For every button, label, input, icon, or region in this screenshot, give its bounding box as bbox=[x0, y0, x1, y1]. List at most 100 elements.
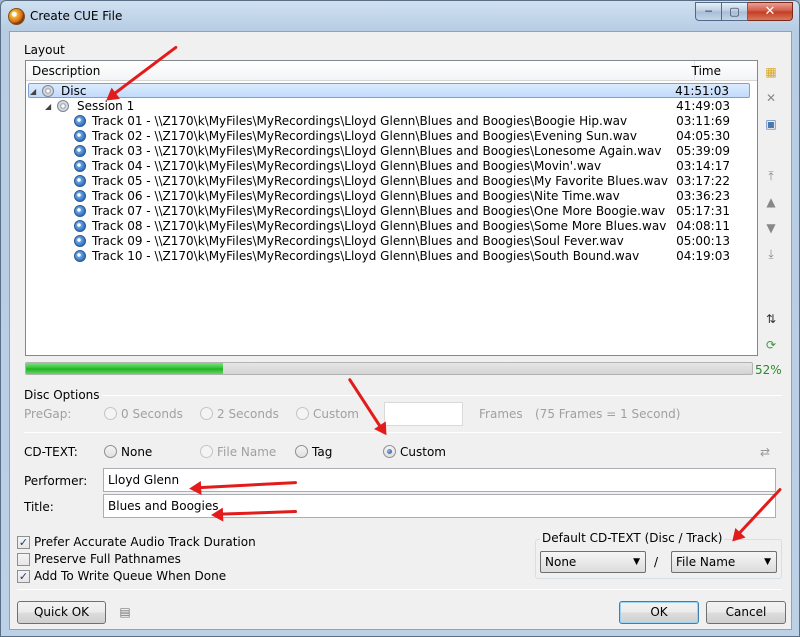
progress-fill bbox=[26, 363, 224, 374]
tree-row-time: 03:14:17 bbox=[676, 159, 730, 173]
app-disc-icon bbox=[8, 8, 25, 25]
tree-row-label: Track 10 - \\Z170\k\MyFiles\MyRecordings… bbox=[92, 249, 640, 263]
tree-row-label: Disc bbox=[61, 84, 87, 98]
move-top-icon[interactable]: ⤒ bbox=[762, 167, 780, 185]
tree-row-track[interactable]: Track 04 - \\Z170\k\MyFiles\MyRecordings… bbox=[26, 159, 757, 174]
slash-separator: / bbox=[654, 555, 659, 569]
close-button[interactable]: ✕ bbox=[748, 2, 793, 21]
pregap-0-seconds-radio[interactable] bbox=[104, 407, 117, 420]
audio-track-icon bbox=[74, 160, 86, 172]
cdtext-label: CD-TEXT: bbox=[24, 445, 78, 459]
move-down-icon[interactable]: ▼ bbox=[762, 219, 780, 237]
tree-row-track[interactable]: Track 10 - \\Z170\k\MyFiles\MyRecordings… bbox=[26, 249, 757, 264]
cdtext-filename-radio[interactable] bbox=[200, 445, 213, 458]
swap-icon[interactable]: ⇄ bbox=[756, 443, 774, 461]
default-disc-cdtext-select[interactable]: None ▼ bbox=[540, 551, 646, 573]
caption-buttons: ─ ▢ ✕ bbox=[695, 2, 793, 22]
audio-track-icon bbox=[74, 145, 86, 157]
cdtext-custom-radio[interactable] bbox=[383, 445, 396, 458]
chevron-down-icon: ▼ bbox=[633, 557, 640, 567]
move-bottom-icon[interactable]: ⤓ bbox=[762, 245, 780, 263]
title-label: Title: bbox=[24, 500, 54, 514]
default-cdtext-label: Default CD-TEXT (Disc / Track) bbox=[540, 531, 725, 545]
preserve-full-pathnames-checkbox[interactable] bbox=[17, 553, 30, 566]
tree-row-track[interactable]: Track 07 - \\Z170\k\MyFiles\MyRecordings… bbox=[26, 204, 757, 219]
audio-track-icon bbox=[74, 220, 86, 232]
dialog-client-area: Layout Description Time ◢ Disc 41:51:03 … bbox=[9, 31, 792, 630]
tree-row-label: Track 01 - \\Z170\k\MyFiles\MyRecordings… bbox=[92, 114, 628, 128]
properties-icon[interactable]: ▣ bbox=[762, 115, 780, 133]
add-to-write-queue-label: Add To Write Queue When Done bbox=[34, 569, 227, 583]
cdtext-none-label: None bbox=[121, 445, 153, 459]
column-header-time[interactable]: Time bbox=[692, 64, 721, 78]
move-up-icon[interactable]: ▲ bbox=[762, 193, 780, 211]
pregap-label: PreGap: bbox=[24, 407, 72, 421]
cdtext-tag-label: Tag bbox=[312, 445, 333, 459]
frames-hint: (75 Frames = 1 Second) bbox=[535, 407, 681, 421]
chevron-down-icon: ▼ bbox=[764, 557, 771, 567]
cdtext-none-radio[interactable] bbox=[104, 445, 117, 458]
add-to-write-queue-checkbox[interactable]: ✓ bbox=[17, 570, 30, 583]
tree-row-label: Track 09 - \\Z170\k\MyFiles\MyRecordings… bbox=[92, 234, 624, 248]
tree-row-time: 03:36:23 bbox=[676, 189, 730, 203]
cancel-button[interactable]: Cancel bbox=[706, 601, 786, 624]
tree-row-label: Track 07 - \\Z170\k\MyFiles\MyRecordings… bbox=[92, 204, 666, 218]
audio-track-icon bbox=[74, 190, 86, 202]
refresh-icon[interactable]: ⟳ bbox=[762, 336, 780, 354]
tree-row-time: 41:51:03 bbox=[675, 84, 729, 98]
log-icon[interactable]: ▤ bbox=[116, 603, 134, 621]
tree-row-track[interactable]: Track 01 - \\Z170\k\MyFiles\MyRecordings… bbox=[26, 114, 757, 129]
expander-icon[interactable]: ◢ bbox=[30, 84, 36, 99]
create-cue-window: Create CUE File ─ ▢ ✕ Layout Description… bbox=[0, 0, 800, 637]
progress-bar bbox=[25, 362, 753, 375]
title-input[interactable]: Blues and Boogies bbox=[103, 494, 776, 518]
audio-track-icon bbox=[74, 175, 86, 187]
delete-icon[interactable]: ✕ bbox=[762, 89, 780, 107]
tree-row-track[interactable]: Track 02 - \\Z170\k\MyFiles\MyRecordings… bbox=[26, 129, 757, 144]
separator bbox=[24, 432, 782, 433]
tree-row-track[interactable]: Track 08 - \\Z170\k\MyFiles\MyRecordings… bbox=[26, 219, 757, 234]
tree-row-time: 03:11:69 bbox=[676, 114, 730, 128]
tree-row-track[interactable]: Track 03 - \\Z170\k\MyFiles\MyRecordings… bbox=[26, 144, 757, 159]
tree-row-time: 05:17:31 bbox=[676, 204, 730, 218]
session-icon bbox=[57, 100, 69, 112]
bottom-separator bbox=[17, 589, 782, 590]
progress-percent: 52% bbox=[755, 363, 782, 377]
title-bar[interactable]: Create CUE File ─ ▢ ✕ bbox=[1, 1, 799, 31]
tree-row-label: Track 05 - \\Z170\k\MyFiles\MyRecordings… bbox=[92, 174, 668, 188]
column-header-description[interactable]: Description bbox=[32, 64, 100, 78]
audio-track-icon bbox=[74, 205, 86, 217]
minimize-button[interactable]: ─ bbox=[695, 2, 722, 21]
tree-row-track[interactable]: Track 05 - \\Z170\k\MyFiles\MyRecordings… bbox=[26, 174, 757, 189]
window-title: Create CUE File bbox=[30, 9, 123, 23]
expander-icon[interactable]: ◢ bbox=[45, 99, 51, 114]
tree-row-time: 04:08:11 bbox=[676, 219, 730, 233]
tree-row-disc[interactable]: ◢ Disc 41:51:03 bbox=[28, 83, 750, 98]
tree-row-track[interactable]: Track 09 - \\Z170\k\MyFiles\MyRecordings… bbox=[26, 234, 757, 249]
audio-track-icon bbox=[74, 250, 86, 262]
sort-icon[interactable]: ⇅ bbox=[762, 310, 780, 328]
folder-add-icon[interactable]: ▦ bbox=[762, 63, 780, 81]
tree-row-session[interactable]: ◢ Session 1 41:49:03 bbox=[26, 99, 757, 114]
default-track-cdtext-select[interactable]: File Name ▼ bbox=[671, 551, 777, 573]
tree-row-label: Track 02 - \\Z170\k\MyFiles\MyRecordings… bbox=[92, 129, 637, 143]
prefer-accurate-duration-checkbox[interactable]: ✓ bbox=[17, 536, 30, 549]
cdtext-custom-label: Custom bbox=[400, 445, 446, 459]
minimize-icon: ─ bbox=[705, 5, 712, 18]
frames-input[interactable] bbox=[384, 402, 463, 426]
pregap-custom-radio[interactable] bbox=[296, 407, 309, 420]
layout-tree-list[interactable]: Description Time ◢ Disc 41:51:03 ◢ Sessi… bbox=[25, 60, 758, 356]
pregap-custom-label: Custom bbox=[313, 407, 359, 421]
prefer-accurate-duration-label: Prefer Accurate Audio Track Duration bbox=[34, 535, 256, 549]
quick-ok-button[interactable]: Quick OK bbox=[17, 601, 106, 624]
pregap-2-seconds-radio[interactable] bbox=[200, 407, 213, 420]
cdtext-tag-radio[interactable] bbox=[295, 445, 308, 458]
tree-row-time: 05:00:13 bbox=[676, 234, 730, 248]
audio-track-icon bbox=[74, 235, 86, 247]
group-separator bbox=[102, 395, 782, 396]
ok-button[interactable]: OK bbox=[619, 601, 699, 624]
tree-row-time: 05:39:09 bbox=[676, 144, 730, 158]
maximize-button[interactable]: ▢ bbox=[722, 2, 748, 21]
tree-row-track[interactable]: Track 06 - \\Z170\k\MyFiles\MyRecordings… bbox=[26, 189, 757, 204]
audio-track-icon bbox=[74, 115, 86, 127]
